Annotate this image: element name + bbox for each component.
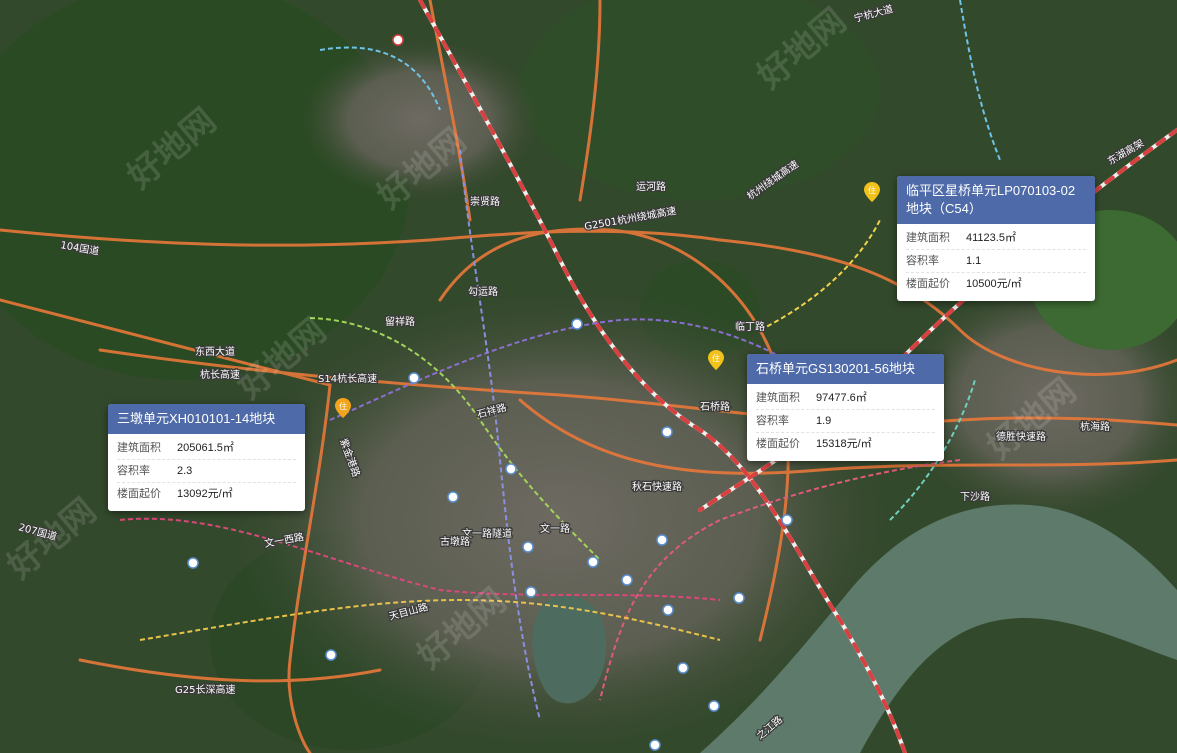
metro-station-icon — [662, 604, 674, 616]
residential-pin[interactable]: 住 — [335, 398, 351, 418]
land-parcel-card[interactable]: 三墩单元XH010101-14地块 建筑面积 205061.5㎡ 容积率 2.3… — [108, 404, 305, 511]
map-pin-icon: 住 — [864, 182, 880, 202]
metro-station-icon — [505, 463, 517, 475]
metro-station-icon — [661, 426, 673, 438]
residential-pin[interactable]: 住 — [708, 350, 724, 370]
row-label: 容积率 — [117, 465, 150, 477]
land-parcel-card[interactable]: 临平区星桥单元LP070103-02 地块（C54） 建筑面积 41123.5㎡… — [897, 176, 1095, 301]
card-row-area: 建筑面积 41123.5㎡ — [906, 227, 1086, 250]
road-label: 德胜快速路 — [996, 430, 1046, 443]
road-label: 杭海路 — [1080, 420, 1110, 433]
metro-station-icon — [187, 557, 199, 569]
metro-station-icon — [587, 556, 599, 568]
road-label: 秋石快速路 — [632, 480, 682, 493]
row-value: 2.3 — [177, 465, 193, 477]
metro-station-icon — [656, 534, 668, 546]
card-row-plot-ratio: 容积率 1.9 — [756, 410, 935, 433]
pin-label: 住 — [339, 401, 347, 411]
metro-station-icon — [677, 662, 689, 674]
satellite-map[interactable]: 好地网 好地网 好地网 好地网 好地网 好地网 好地网 104国道 杭长高速 东… — [0, 0, 1177, 753]
row-value: 13092元/㎡ — [177, 488, 233, 500]
road-label: 杭长高速 — [200, 368, 240, 381]
metro-station-icon — [392, 34, 404, 46]
card-title: 临平区星桥单元LP070103-02 地块（C54） — [897, 176, 1095, 224]
card-row-plot-ratio: 容积率 1.1 — [906, 250, 1086, 273]
road-label: S14杭长高速 — [318, 372, 377, 385]
road-label: 运河路 — [636, 180, 666, 193]
metro-station-icon — [621, 574, 633, 586]
row-value: 1.9 — [816, 415, 832, 427]
metro-station-icon — [408, 372, 420, 384]
land-parcel-card[interactable]: 石桥单元GS130201-56地块 建筑面积 97477.6㎡ 容积率 1.9 … — [747, 354, 944, 461]
residential-pin[interactable]: 住 — [864, 182, 880, 202]
road-label: 石桥路 — [700, 400, 730, 413]
row-label: 楼面起价 — [756, 438, 800, 450]
metro-station-icon — [571, 318, 583, 330]
road-label: 文一路 — [540, 522, 570, 535]
row-value: 10500元/㎡ — [966, 278, 1022, 290]
metro-station-icon — [733, 592, 745, 604]
card-row-price: 楼面起价 13092元/㎡ — [117, 483, 296, 505]
map-pin-icon: 住 — [708, 350, 724, 370]
metro-station-icon — [708, 700, 720, 712]
road-label: G25长深高速 — [175, 683, 235, 696]
card-row-price: 楼面起价 10500元/㎡ — [906, 273, 1086, 295]
metro-station-icon — [447, 491, 459, 503]
row-label: 楼面起价 — [117, 488, 161, 500]
metro-station-icon — [781, 514, 793, 526]
metro-station-icon — [522, 541, 534, 553]
row-value: 205061.5㎡ — [177, 442, 234, 454]
road-label: 临丁路 — [735, 320, 765, 333]
card-row-area: 建筑面积 205061.5㎡ — [117, 437, 296, 460]
road-label: 崇贤路 — [470, 195, 500, 208]
row-label: 建筑面积 — [756, 392, 800, 404]
card-row-plot-ratio: 容积率 2.3 — [117, 460, 296, 483]
row-label: 容积率 — [906, 255, 939, 267]
row-label: 楼面起价 — [906, 278, 950, 290]
card-title: 三墩单元XH010101-14地块 — [108, 404, 305, 434]
row-value: 41123.5㎡ — [966, 232, 1016, 244]
pin-label: 住 — [868, 185, 876, 195]
card-title: 石桥单元GS130201-56地块 — [747, 354, 944, 384]
metro-station-icon — [525, 586, 537, 598]
road-label: 东西大道 — [195, 345, 235, 358]
row-label: 建筑面积 — [906, 232, 950, 244]
row-value: 1.1 — [966, 255, 982, 267]
row-value: 15318元/㎡ — [816, 438, 872, 450]
road-label: 古墩路 — [440, 535, 470, 548]
road-label: 留祥路 — [385, 315, 415, 328]
pin-label: 住 — [712, 353, 720, 363]
metro-station-icon — [649, 739, 661, 751]
card-row-price: 楼面起价 15318元/㎡ — [756, 433, 935, 455]
road-label: 勾运路 — [468, 285, 498, 298]
card-row-area: 建筑面积 97477.6㎡ — [756, 387, 935, 410]
metro-station-icon — [325, 649, 337, 661]
row-label: 建筑面积 — [117, 442, 161, 454]
map-pin-icon: 住 — [335, 398, 351, 418]
row-label: 容积率 — [756, 415, 789, 427]
road-label: 下沙路 — [960, 490, 990, 503]
row-value: 97477.6㎡ — [816, 392, 867, 404]
